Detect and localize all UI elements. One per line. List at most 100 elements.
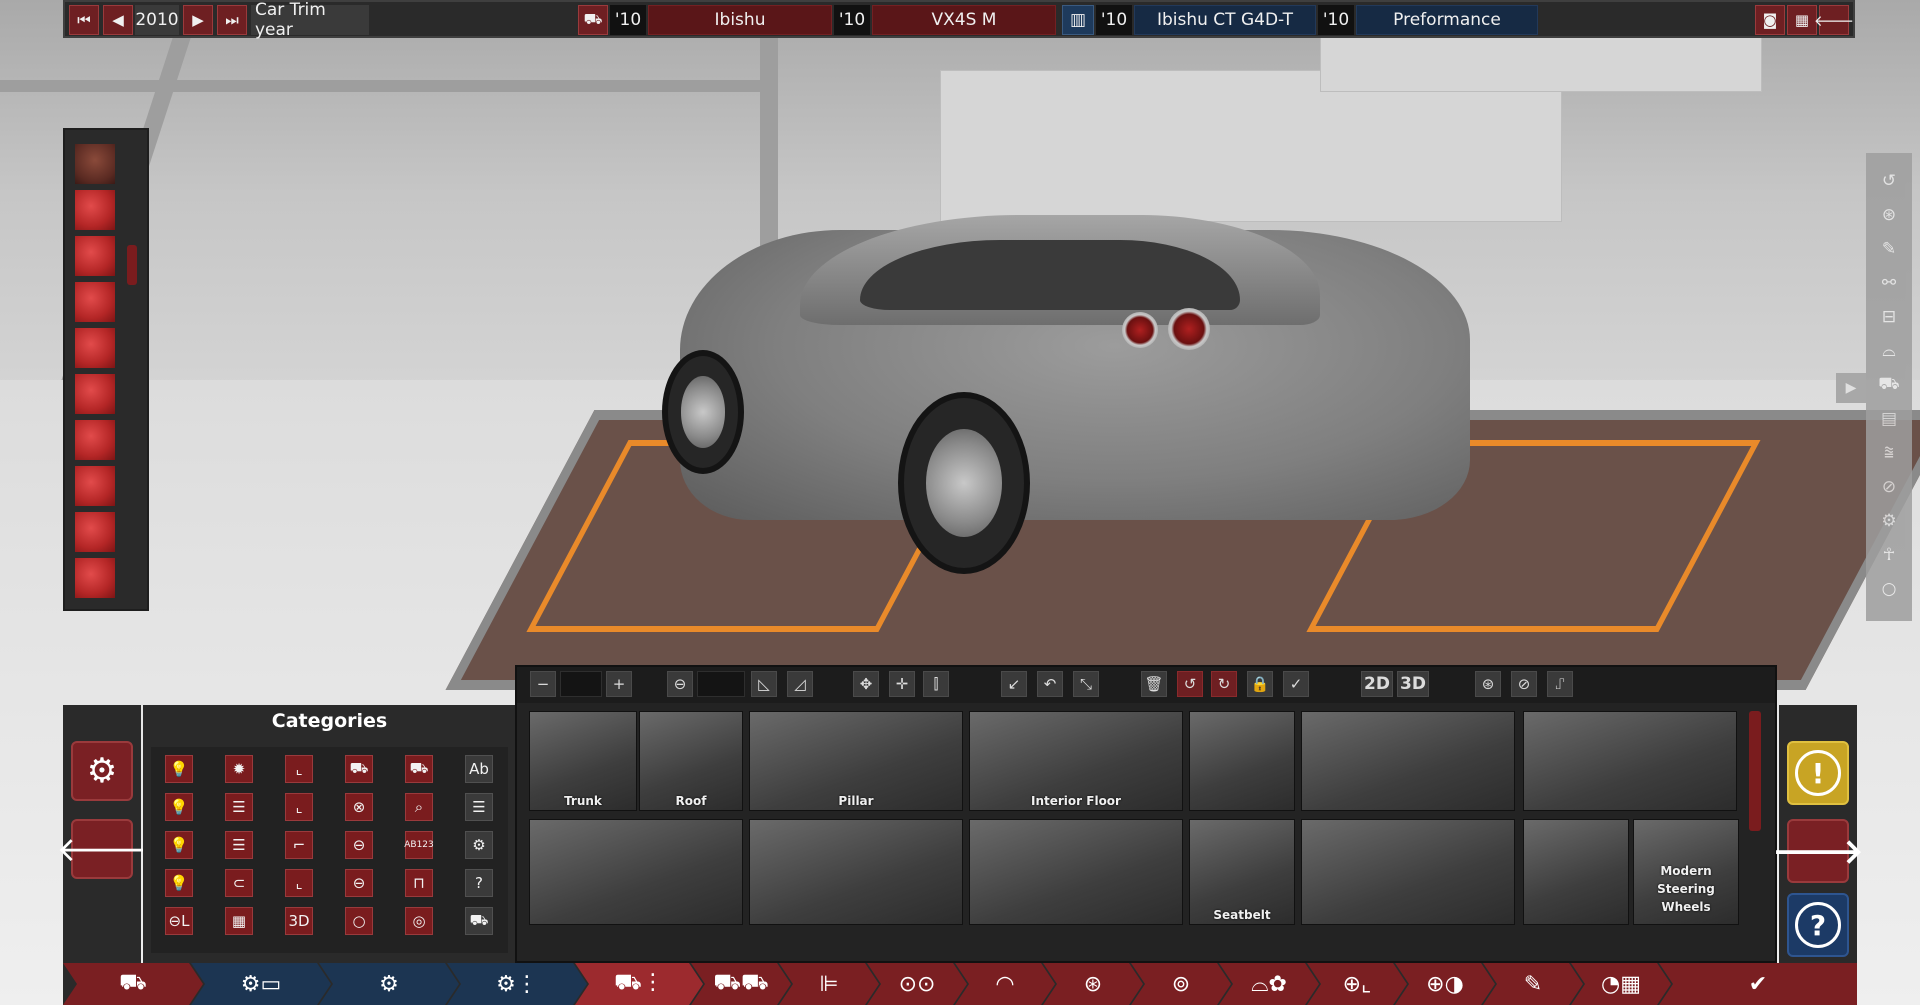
material-swatch[interactable] bbox=[75, 374, 115, 414]
category-button[interactable]: ▦ bbox=[225, 907, 253, 935]
part-tile[interactable] bbox=[1301, 711, 1515, 811]
settings-button[interactable]: ⚙ bbox=[71, 741, 133, 801]
parts-scrollbar[interactable] bbox=[1749, 711, 1761, 831]
step-body[interactable]: ⊫ bbox=[779, 963, 879, 1005]
spray-icon[interactable]: ✎ bbox=[1877, 237, 1901, 261]
step-assists[interactable]: ⊕◑ bbox=[1395, 963, 1495, 1005]
view-3d-button[interactable]: 3D bbox=[1397, 671, 1429, 697]
step-tuning[interactable]: ✎ bbox=[1483, 963, 1583, 1005]
confirm-button[interactable]: ✓ bbox=[1283, 671, 1309, 697]
bevel-button[interactable]: ◺ bbox=[751, 671, 777, 697]
part-tile[interactable] bbox=[1189, 711, 1295, 811]
category-button[interactable]: ⊂ bbox=[225, 869, 253, 897]
skew-button[interactable]: ⤡ bbox=[1073, 671, 1099, 697]
category-button[interactable]: ⌕ bbox=[405, 793, 433, 821]
calculator-button[interactable]: ▦ bbox=[1787, 5, 1817, 35]
lock-button[interactable]: 🔒 bbox=[1247, 671, 1273, 697]
material-swatch[interactable] bbox=[75, 466, 115, 506]
part-tile[interactable] bbox=[1523, 711, 1737, 811]
step-fixtures[interactable]: ⊙⊙ bbox=[867, 963, 967, 1005]
step-engine-model[interactable]: ⚙▭ bbox=[191, 963, 331, 1005]
back-button[interactable]: 🡐 bbox=[56, 819, 148, 879]
material-swatch[interactable] bbox=[75, 558, 115, 598]
material-swatch[interactable] bbox=[75, 420, 115, 460]
category-button[interactable]: ☰ bbox=[225, 793, 253, 821]
car-side-icon[interactable]: ⛟ bbox=[1877, 373, 1901, 397]
undo-button[interactable]: ↺ bbox=[1177, 671, 1203, 697]
step-wheels[interactable]: ⊛ bbox=[1043, 963, 1143, 1005]
step-aero[interactable]: ⌓✿ bbox=[1219, 963, 1319, 1005]
material-swatch[interactable] bbox=[75, 328, 115, 368]
category-button[interactable]: 3D bbox=[285, 907, 313, 935]
decrease-button[interactable]: − bbox=[530, 671, 556, 697]
suspension-icon[interactable]: ⩰ bbox=[1877, 441, 1901, 465]
material-swatch[interactable] bbox=[75, 236, 115, 276]
part-tile[interactable] bbox=[749, 819, 963, 925]
size-value-box[interactable] bbox=[560, 671, 602, 697]
wheel-icon[interactable]: ⊛ bbox=[1877, 203, 1901, 227]
help-button[interactable]: ? bbox=[1787, 893, 1849, 957]
material-swatch[interactable] bbox=[75, 282, 115, 322]
gear-icon[interactable]: ⚙ bbox=[1877, 509, 1901, 533]
engine-name[interactable]: Ibishu CT G4D-T bbox=[1134, 5, 1316, 35]
engine-button[interactable]: ▥ bbox=[1062, 5, 1094, 35]
category-button[interactable]: ✹ bbox=[225, 755, 253, 783]
category-button[interactable]: ⛟ bbox=[405, 755, 433, 783]
part-tile[interactable] bbox=[1523, 819, 1629, 925]
step-trim[interactable]: ⛟⋮ bbox=[575, 963, 703, 1005]
mirror-button[interactable]: ⫿ bbox=[923, 671, 949, 697]
step-car-model[interactable]: ⛟ bbox=[63, 963, 203, 1005]
category-button[interactable]: ⊖ bbox=[345, 831, 373, 859]
hide-button[interactable]: ⊘ bbox=[1511, 671, 1537, 697]
category-button[interactable]: 💡 bbox=[165, 831, 193, 859]
category-button[interactable]: ⌞ bbox=[285, 793, 313, 821]
part-tile[interactable]: Trunk bbox=[529, 711, 637, 811]
line-icon[interactable]: ⊟ bbox=[1877, 305, 1901, 329]
material-swatch[interactable] bbox=[75, 190, 115, 230]
next-button[interactable]: 🡒 bbox=[1772, 819, 1864, 883]
expand-tools-button[interactable]: ▶ bbox=[1836, 373, 1866, 403]
reset-button[interactable]: ⊖ bbox=[667, 671, 693, 697]
part-tile[interactable]: Interior Floor bbox=[969, 711, 1183, 811]
category-button[interactable]: ⊗ bbox=[345, 793, 373, 821]
move-vertical-button[interactable]: ✥ bbox=[853, 671, 879, 697]
warnings-button[interactable]: ! bbox=[1787, 741, 1849, 805]
category-button[interactable]: ⊓ bbox=[405, 869, 433, 897]
category-button[interactable]: ⛟ bbox=[465, 907, 493, 935]
no-entry-icon[interactable]: ⊘ bbox=[1877, 475, 1901, 499]
corner-button[interactable]: ◿ bbox=[787, 671, 813, 697]
move-horizontal-button[interactable]: ✛ bbox=[889, 671, 915, 697]
step-engine-family[interactable]: ⚙ bbox=[319, 963, 459, 1005]
category-button[interactable]: 💡 bbox=[165, 869, 193, 897]
redo-button[interactable]: ↻ bbox=[1211, 671, 1237, 697]
year-first-button[interactable]: ⏮ bbox=[69, 5, 99, 35]
fixture-toggle-button[interactable]: ⊛ bbox=[1475, 671, 1501, 697]
category-button[interactable]: ◎ bbox=[405, 907, 433, 935]
category-button[interactable]: ⛟ bbox=[345, 755, 373, 783]
step-chassis[interactable]: ⛟⛟ bbox=[691, 963, 791, 1005]
scale-button[interactable]: ↙ bbox=[1001, 671, 1027, 697]
body-icon[interactable]: ⌓ bbox=[1877, 339, 1901, 363]
part-tile[interactable]: Roof bbox=[639, 711, 743, 811]
year-prev-button[interactable]: ◀ bbox=[103, 5, 133, 35]
variant-name[interactable]: Preformance bbox=[1356, 5, 1538, 35]
step-brakes[interactable]: ⊚ bbox=[1131, 963, 1231, 1005]
category-button[interactable]: ⌐ bbox=[285, 831, 313, 859]
part-tile[interactable]: Pillar bbox=[749, 711, 963, 811]
part-tile[interactable] bbox=[969, 819, 1183, 925]
step-engine-variant[interactable]: ⚙⋮ bbox=[447, 963, 587, 1005]
circle-icon[interactable]: ○ bbox=[1877, 577, 1901, 601]
person-icon[interactable]: ☥ bbox=[1877, 543, 1901, 567]
angle-value-box[interactable] bbox=[697, 671, 745, 697]
category-button[interactable]: ☰ bbox=[225, 831, 253, 859]
category-button[interactable]: ? bbox=[465, 869, 493, 897]
part-tile[interactable] bbox=[529, 819, 743, 925]
material-scrollbar[interactable] bbox=[127, 245, 137, 285]
parts-icon[interactable]: ⚯ bbox=[1877, 271, 1901, 295]
material-swatch[interactable] bbox=[75, 144, 115, 184]
category-button[interactable]: ☰ bbox=[465, 793, 493, 821]
seat-view-button[interactable]: ⑀ bbox=[1547, 671, 1573, 697]
step-finish[interactable]: ✔ bbox=[1659, 963, 1857, 1005]
part-tile[interactable]: Seatbelt bbox=[1189, 819, 1295, 925]
material-swatch[interactable] bbox=[75, 512, 115, 552]
